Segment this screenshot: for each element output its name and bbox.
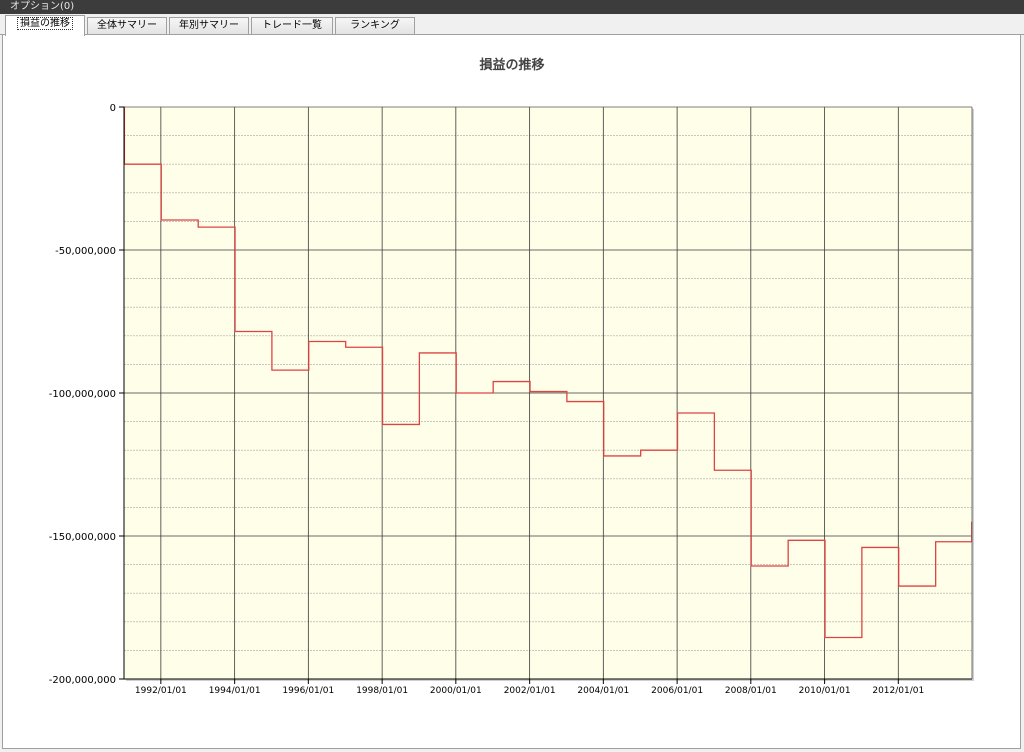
x-tick-label: 2008/01/01 bbox=[725, 686, 777, 696]
tab-label: 損益の推移 bbox=[17, 17, 73, 30]
x-axis-labels: 1992/01/01 1994/01/01 1996/01/01 1998/01/01… bbox=[135, 686, 924, 696]
pnl-chart: 損益の推移 0 -50,000,000 -100,000,000 -150,000,0… bbox=[49, 57, 974, 696]
x-tick-label: 2010/01/01 bbox=[799, 686, 851, 696]
y-axis-labels: 0 -50,000,000 -100,000,000 -150,000,000 -200… bbox=[49, 103, 116, 686]
x-tick-label: 2004/01/01 bbox=[577, 686, 629, 696]
y-tick-label: -100,000,000 bbox=[49, 389, 116, 400]
y-tick-label: -50,000,000 bbox=[55, 246, 116, 257]
x-tick-label: 1998/01/01 bbox=[356, 686, 408, 696]
x-tick-label: 2002/01/01 bbox=[504, 686, 556, 696]
x-tick-label: 2012/01/01 bbox=[872, 686, 924, 696]
chart-title: 損益の推移 bbox=[479, 57, 544, 73]
x-tick-label: 2006/01/01 bbox=[651, 686, 703, 696]
tab-pnl-trend[interactable]: 損益の推移 bbox=[5, 15, 85, 36]
y-tick-label: -150,000,000 bbox=[49, 532, 116, 543]
x-tick-label: 1994/01/01 bbox=[209, 686, 261, 696]
x-tick-label: 1992/01/01 bbox=[135, 686, 187, 696]
y-tick-label: 0 bbox=[110, 103, 116, 114]
x-tick-label: 2000/01/01 bbox=[430, 686, 482, 696]
x-tick-label: 1996/01/01 bbox=[282, 686, 334, 696]
y-tick-label: -200,000,000 bbox=[49, 675, 116, 686]
